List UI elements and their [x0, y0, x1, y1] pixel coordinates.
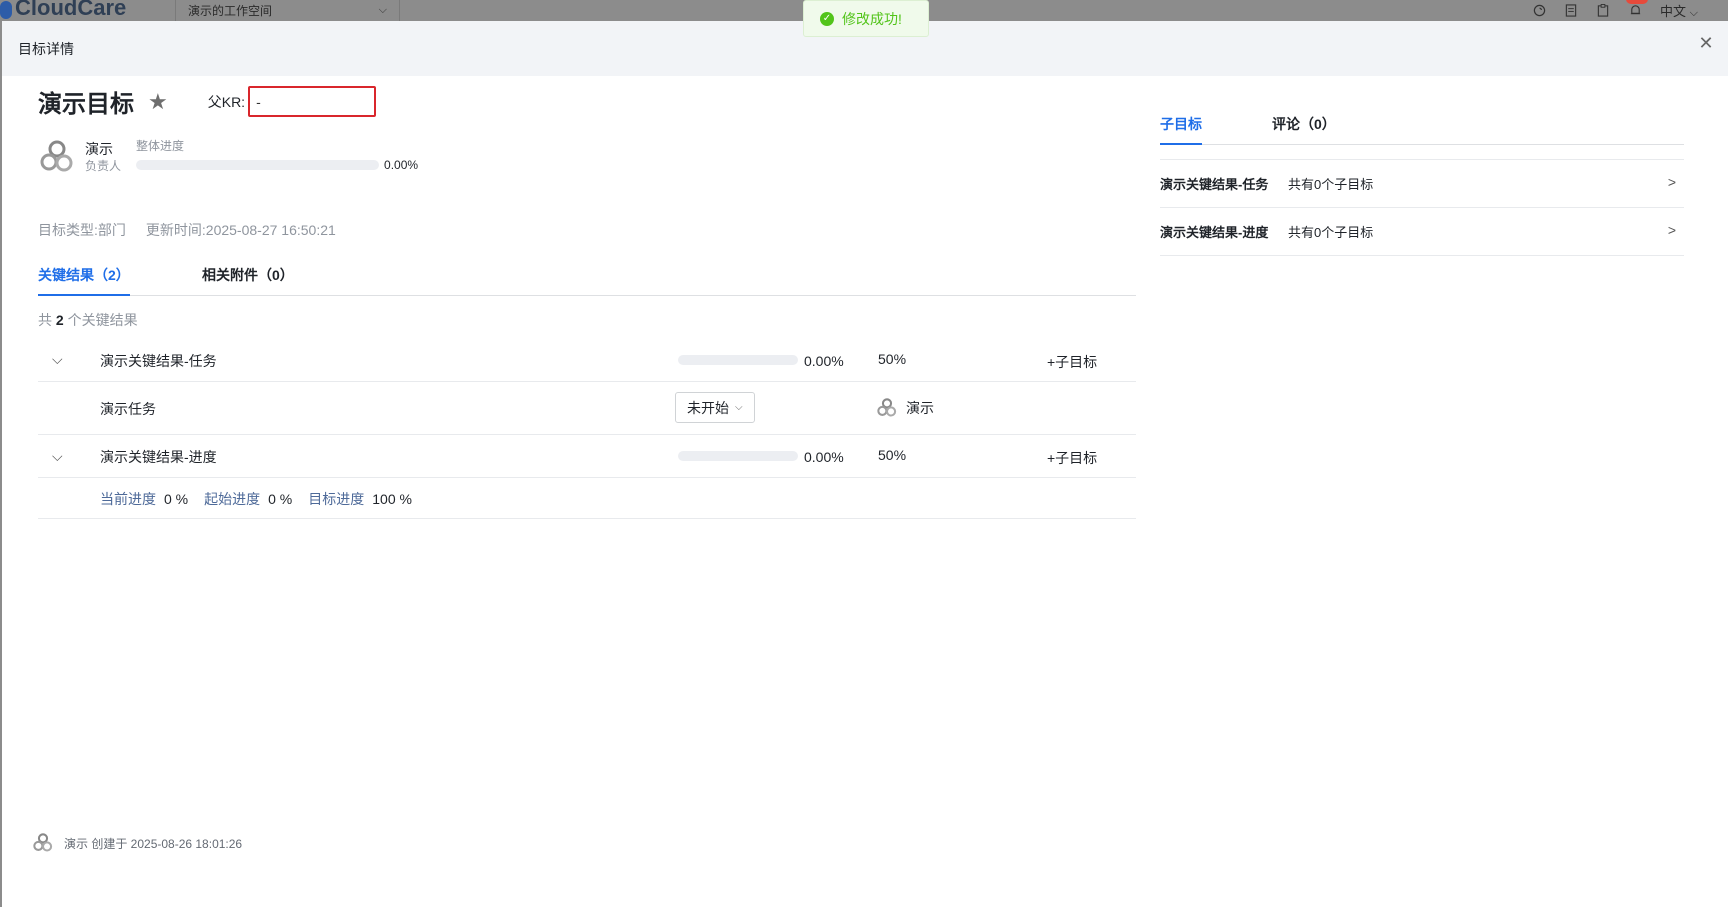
overall-progress-label: 整体进度 — [136, 139, 185, 153]
created-info-text: 演示 创建于 2025-08-26 18:01:26 — [64, 836, 243, 851]
language-switch[interactable]: 中文 ⌵ — [1660, 1, 1698, 20]
parent-kr-field[interactable]: - — [248, 86, 377, 117]
header-toolbar: 中文 ⌵ — [1532, 0, 1698, 21]
list-item[interactable]: 演示关键结果-进度 共有0个子目标 > — [1160, 208, 1684, 256]
chevron-right-icon: > — [1667, 222, 1676, 238]
created-info: 演示 创建于 2025-08-26 18:01:26 — [32, 832, 242, 854]
task-assignee-name: 演示 — [906, 400, 934, 416]
tab-comments[interactable]: 评论（0） — [1272, 112, 1336, 145]
owner-progress-row: 演示 负责人 整体进度 0.00% — [38, 138, 418, 176]
kr-summary: 共 2 个关键结果 — [38, 310, 138, 330]
goal-type: 目标类型:部门 — [38, 220, 126, 240]
parent-kr-value: - — [256, 93, 261, 110]
kr-progress-value: 0.00% — [804, 449, 844, 465]
sub-goal-count: 共有0个子目标 — [1288, 225, 1374, 240]
current-progress-value: 0 % — [164, 491, 189, 507]
workspace-name: 演示的工作空间 — [188, 4, 273, 18]
app-logo-text: CloudCare — [15, 0, 127, 20]
left-tabs: 关键结果（2） 相关附件（0） — [38, 263, 1136, 296]
list-item[interactable]: 演示关键结果-任务 共有0个子目标 > — [1160, 160, 1684, 208]
updated-time-value: 2025-08-27 16:50:21 — [205, 222, 336, 238]
chevron-down-icon: ⌵ — [378, 4, 387, 16]
overall-progress-bar — [136, 160, 380, 170]
sub-goal-name: 演示关键结果-进度 — [1160, 225, 1269, 240]
kr-progress-bar — [678, 355, 798, 365]
owner-name: 演示 — [85, 141, 113, 157]
clipboard-icon[interactable] — [1596, 4, 1610, 18]
notification-badge — [1626, 0, 1648, 4]
current-progress-label: 当前进度 — [100, 491, 156, 507]
key-results-list: ⌵ 演示关键结果-任务 0.00% 50% +子目标 演示任务 未开始 ⌵ 演示… — [38, 338, 1136, 519]
kr-weight: 50% — [878, 447, 907, 463]
current-progress: 当前进度 0 % — [100, 489, 188, 509]
help-icon[interactable] — [1532, 4, 1546, 18]
owner-info: 演示 负责人 — [85, 140, 121, 176]
kr-progress-bar — [678, 451, 798, 461]
owner-role: 负责人 — [85, 159, 122, 173]
app-logo: CloudCare — [0, 0, 126, 21]
drawer-title: 目标详情 — [18, 40, 74, 57]
task-name[interactable]: 演示任务 — [100, 399, 156, 419]
check-circle-icon: ✓ — [820, 11, 834, 26]
target-progress-label: 目标进度 — [308, 491, 365, 507]
goal-type-value: 部门 — [97, 222, 126, 238]
avatar — [38, 138, 76, 176]
goal-meta: 目标类型:部门 更新时间:2025-08-27 16:50:21 — [38, 220, 336, 240]
goal-type-label: 目标类型: — [38, 222, 98, 238]
task-status-value: 未开始 — [687, 399, 729, 416]
kr-row[interactable]: ⌵ 演示关键结果-任务 0.00% 50% +子目标 — [38, 338, 1136, 382]
kr-summary-count: 2 — [55, 312, 64, 328]
start-progress: 起始进度 0 % — [204, 489, 292, 509]
chevron-right-icon: > — [1667, 174, 1676, 190]
sub-goal-list: 演示关键结果-任务 共有0个子目标 > 演示关键结果-进度 共有0个子目标 > — [1160, 159, 1684, 256]
user-avatar-icon — [33, 833, 53, 852]
parent-kr-label: 父KR: — [207, 93, 246, 110]
kr-name[interactable]: 演示关键结果-进度 — [100, 447, 217, 467]
goal-title-row: 演示目标 ★ 父KR: - — [38, 84, 377, 119]
success-toast: ✓ 修改成功! — [803, 0, 929, 37]
chevron-down-icon: ⌵ — [735, 402, 743, 413]
language-label: 中文 — [1660, 4, 1687, 19]
workspace-select[interactable]: 演示的工作空间 ⌵ — [175, 0, 400, 21]
toast-message: 修改成功! — [842, 10, 902, 27]
logo-mark-icon — [0, 1, 12, 19]
target-progress-value: 100 % — [372, 491, 412, 507]
right-tabs: 子目标 评论（0） — [1160, 112, 1684, 145]
kr-progress-detail-row: 当前进度 0 % 起始进度 0 % 目标进度 100 % — [38, 478, 1136, 519]
overall-progress: 整体进度 0.00% — [136, 138, 418, 176]
add-sub-goal-button[interactable]: +子目标 — [1047, 352, 1097, 372]
user-avatar-icon — [40, 140, 73, 172]
updated-time-label: 更新时间: — [145, 222, 206, 238]
start-progress-value: 0 % — [268, 491, 293, 507]
chevron-down-icon[interactable]: ⌵ — [52, 448, 63, 465]
star-icon[interactable]: ★ — [148, 89, 168, 115]
document-icon[interactable] — [1564, 4, 1578, 18]
target-progress: 目标进度 100 % — [308, 489, 412, 509]
chevron-down-icon[interactable]: ⌵ — [52, 351, 63, 368]
kr-name[interactable]: 演示关键结果-任务 — [100, 351, 217, 371]
tab-key-results[interactable]: 关键结果（2） — [38, 263, 130, 296]
task-status-select[interactable]: 未开始 ⌵ — [675, 392, 755, 423]
task-row: 演示任务 未开始 ⌵ 演示 — [38, 382, 1136, 435]
sub-goal-count: 共有0个子目标 — [1288, 177, 1374, 192]
kr-row[interactable]: ⌵ 演示关键结果-进度 0.00% 50% +子目标 — [38, 435, 1136, 478]
close-icon[interactable]: ✕ — [1696, 33, 1716, 53]
chevron-down-icon: ⌵ — [1689, 7, 1698, 19]
bell-icon[interactable] — [1628, 4, 1642, 18]
kr-summary-suffix: 个关键结果 — [67, 312, 138, 328]
tab-sub-goals[interactable]: 子目标 — [1160, 112, 1202, 145]
sub-goal-name: 演示关键结果-任务 — [1160, 177, 1269, 192]
kr-progress-value: 0.00% — [804, 353, 844, 369]
kr-summary-prefix: 共 — [38, 312, 52, 328]
task-assignee: 演示 — [876, 397, 934, 419]
kr-weight: 50% — [878, 351, 907, 367]
user-avatar-icon — [877, 398, 897, 417]
updated-time: 更新时间:2025-08-27 16:50:21 — [146, 220, 336, 240]
tab-attachments[interactable]: 相关附件（0） — [202, 263, 294, 296]
start-progress-label: 起始进度 — [204, 491, 261, 507]
goal-title: 演示目标 — [38, 91, 134, 118]
overall-progress-value: 0.00% — [384, 158, 419, 172]
kr-progress-detail: 当前进度 0 % 起始进度 0 % 目标进度 100 % — [100, 489, 412, 509]
add-sub-goal-button[interactable]: +子目标 — [1047, 448, 1097, 468]
